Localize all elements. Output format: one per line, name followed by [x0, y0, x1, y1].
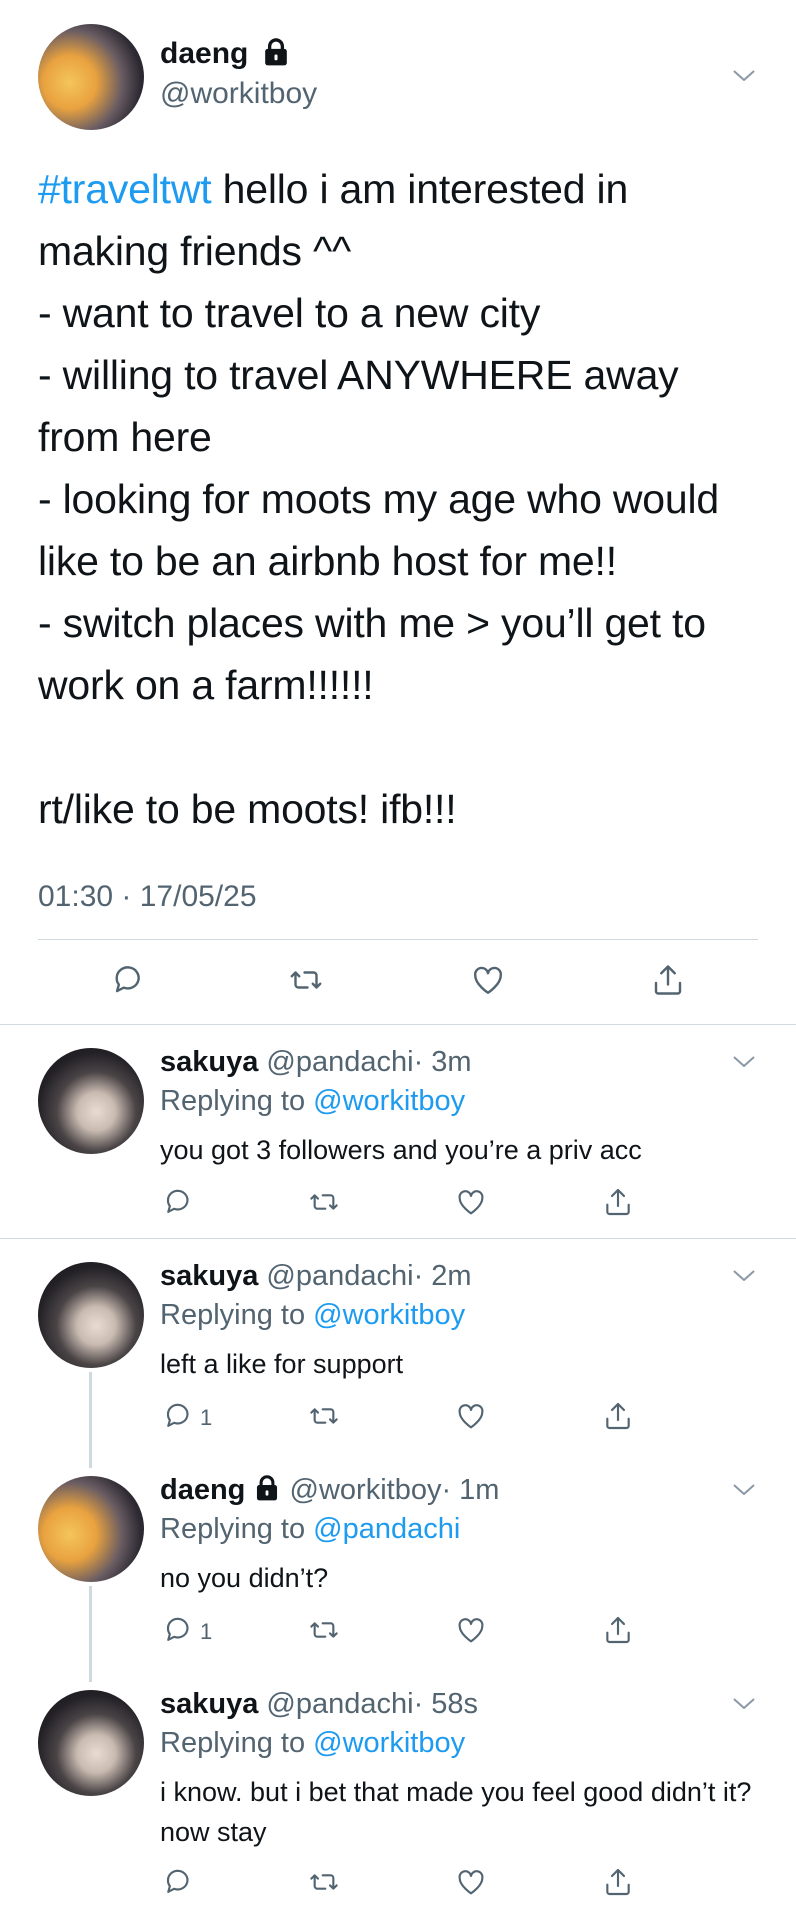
divider	[0, 1024, 796, 1025]
like-icon[interactable]	[455, 1614, 487, 1646]
reply-icon[interactable]	[162, 1866, 194, 1898]
replying-to: Replying to @workitboy	[160, 1081, 465, 1121]
retweet-icon[interactable]	[288, 962, 324, 998]
replying-to: Replying to @workitboy	[160, 1723, 465, 1763]
replying-to-link[interactable]: @workitboy	[313, 1085, 465, 1117]
reply-header: sakuya @pandachi· 2m	[160, 1256, 472, 1296]
avatar[interactable]	[38, 1476, 144, 1582]
reply-count: 1	[200, 1405, 213, 1430]
lock-icon	[263, 38, 289, 66]
divider	[0, 1238, 796, 1239]
reply-text: no you didn’t?	[160, 1563, 329, 1593]
replying-to-label: Replying to	[160, 1299, 314, 1331]
avatar[interactable]	[38, 1048, 144, 1154]
reply-icon[interactable]	[162, 1400, 194, 1432]
tweet-timestamp: 01:30 · 17/05/25	[38, 880, 257, 913]
reply-time: · 2m	[413, 1260, 472, 1292]
chevron-down-icon[interactable]	[733, 1484, 755, 1496]
replying-to: Replying to @pandachi	[160, 1509, 460, 1549]
retweet-icon[interactable]	[308, 1400, 340, 1432]
reply-icon[interactable]	[162, 1614, 194, 1646]
author-block: daeng	[160, 36, 289, 72]
share-icon[interactable]	[602, 1186, 634, 1218]
like-icon[interactable]	[455, 1866, 487, 1898]
divider	[38, 939, 758, 940]
reply-text: you got 3 followers and you’re a priv ac…	[160, 1135, 642, 1165]
retweet-icon[interactable]	[308, 1614, 340, 1646]
thread-line	[89, 1372, 92, 1468]
reply-author-name[interactable]: sakuya	[160, 1046, 258, 1078]
share-icon[interactable]	[602, 1866, 634, 1898]
replying-to-link[interactable]: @workitboy	[313, 1727, 465, 1759]
like-icon[interactable]	[455, 1186, 487, 1218]
chevron-down-icon[interactable]	[733, 1698, 755, 1710]
chevron-down-icon[interactable]	[733, 70, 755, 82]
chevron-down-icon[interactable]	[733, 1056, 755, 1068]
share-icon[interactable]	[602, 1400, 634, 1432]
author-handle[interactable]: @workitboy	[160, 76, 317, 112]
reply-text: left a like for support	[160, 1349, 404, 1379]
reply-icon[interactable]	[110, 962, 146, 998]
reply-time: · 1m	[441, 1474, 500, 1506]
reply-author-name[interactable]: sakuya	[160, 1260, 258, 1292]
author-name[interactable]: daeng	[160, 37, 248, 70]
reply-author-name[interactable]: daeng	[160, 1474, 245, 1506]
reply-header: sakuya @pandachi· 3m	[160, 1042, 472, 1082]
reply-icon[interactable]	[162, 1186, 194, 1218]
tweet-body: hello i am interested in making friends …	[38, 166, 720, 832]
avatar[interactable]	[38, 24, 144, 130]
like-icon[interactable]	[455, 1400, 487, 1432]
reply-time: · 3m	[413, 1046, 472, 1078]
replying-to-link[interactable]: @pandachi	[313, 1513, 460, 1545]
avatar[interactable]	[38, 1690, 144, 1796]
reply-author-handle[interactable]: @pandachi	[266, 1688, 413, 1720]
hashtag-link[interactable]: #traveltwt	[38, 166, 212, 212]
lock-icon	[255, 1475, 279, 1501]
reply-author-handle[interactable]: @pandachi	[266, 1046, 413, 1078]
like-icon[interactable]	[470, 962, 506, 998]
reply-author-name[interactable]: sakuya	[160, 1688, 258, 1720]
replying-to: Replying to @workitboy	[160, 1295, 465, 1335]
reply-header: daeng @workitboy· 1m	[160, 1470, 499, 1510]
replying-to-label: Replying to	[160, 1085, 314, 1117]
reply-header: sakuya @pandachi· 58s	[160, 1684, 478, 1724]
tweet-text: #traveltwt hello i am interested in maki…	[38, 158, 758, 840]
replying-to-link[interactable]: @workitboy	[313, 1299, 465, 1331]
reply-author-handle[interactable]: @pandachi	[266, 1260, 413, 1292]
reply-time: · 58s	[413, 1688, 479, 1720]
share-icon[interactable]	[602, 1614, 634, 1646]
reply-text: i know. but i bet that made you feel goo…	[160, 1777, 752, 1847]
replying-to-label: Replying to	[160, 1727, 314, 1759]
avatar[interactable]	[38, 1262, 144, 1368]
chevron-down-icon[interactable]	[733, 1270, 755, 1282]
retweet-icon[interactable]	[308, 1866, 340, 1898]
share-icon[interactable]	[650, 962, 686, 998]
retweet-icon[interactable]	[308, 1186, 340, 1218]
thread-line	[89, 1586, 92, 1682]
replying-to-label: Replying to	[160, 1513, 314, 1545]
reply-count: 1	[200, 1619, 213, 1644]
reply-author-handle[interactable]: @workitboy	[290, 1474, 442, 1506]
